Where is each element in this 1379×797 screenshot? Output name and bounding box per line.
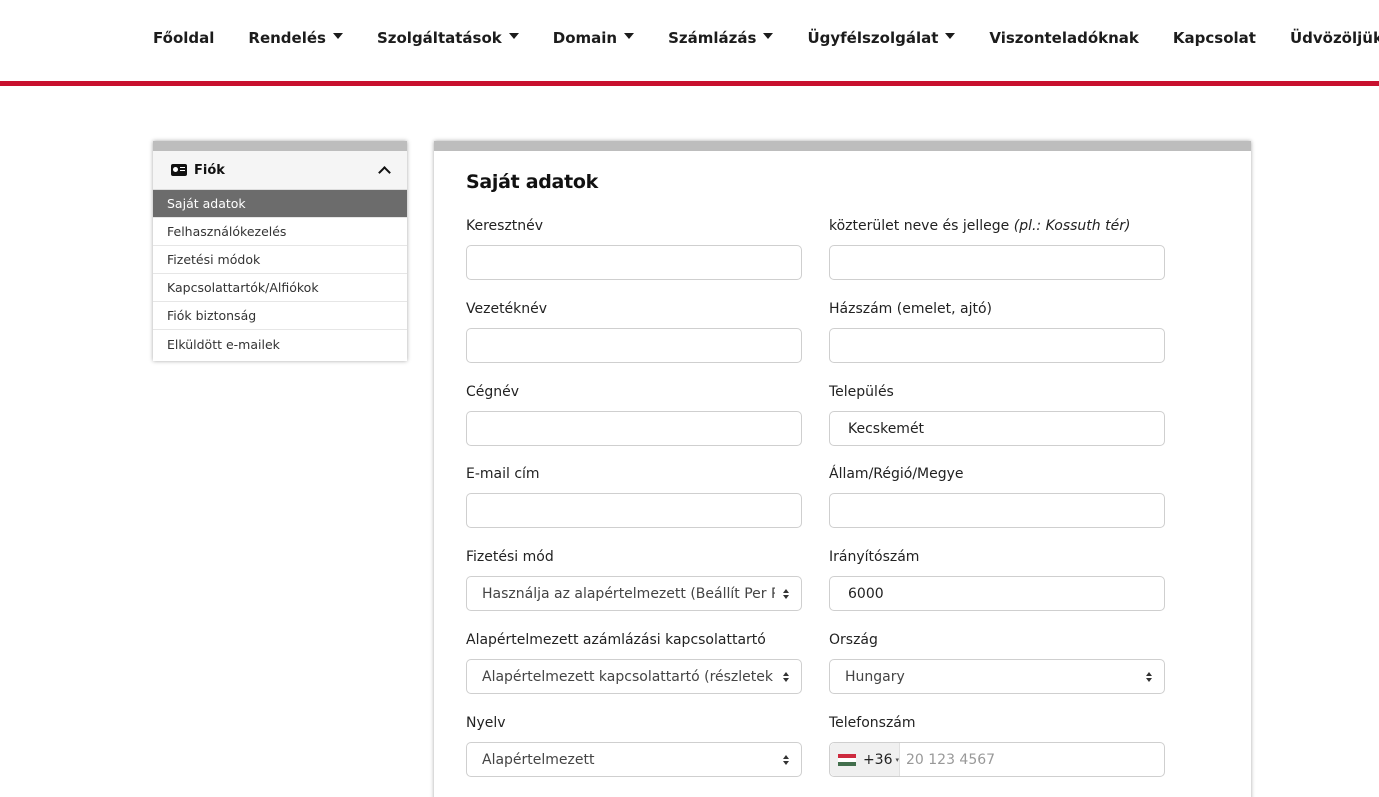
house-group: Házszám (emelet, ajtó): [829, 301, 1165, 363]
nav-label: Viszonteladóknak: [989, 29, 1139, 47]
email-label: E-mail cím: [466, 466, 540, 482]
nav-label: Számlázás: [668, 29, 757, 47]
nav-fooldal[interactable]: Főoldal: [136, 29, 231, 47]
sidebar-item-fizetesi-modok[interactable]: Fizetési módok: [153, 246, 407, 274]
phone-number-placeholder: 20 123 4567: [906, 751, 996, 768]
sidebar-top-bar: [153, 141, 407, 151]
billing-contact-select-value: Alapértelmezett kapcsolattartó (részlete…: [482, 668, 775, 685]
street-group: közterület neve és jellege (pl.: Kossuth…: [829, 218, 1165, 280]
top-navbar: Főoldal Rendelés Szolgáltatások Domain S…: [0, 0, 1379, 86]
country-select[interactable]: Hungary: [829, 659, 1165, 694]
nav-domain[interactable]: Domain: [536, 29, 651, 47]
nav-label: Domain: [552, 29, 618, 47]
language-group: Nyelv Alapértelmezett: [466, 715, 802, 777]
nav-kapcsolat[interactable]: Kapcsolat: [1156, 29, 1273, 47]
nav-label: Rendelés: [248, 29, 326, 47]
select-arrows-icon: [783, 755, 790, 766]
sidebar-item-elkuldott-emailek[interactable]: Elküldött e-mailek: [153, 330, 407, 358]
nav-label: Üdvözöljük !: [1289, 29, 1379, 47]
payment-group: Fizetési mód Használja az alapértelmezet…: [466, 549, 802, 611]
house-label: Házszám (emelet, ajtó): [829, 301, 992, 317]
nav-label: Szolgáltatások: [376, 29, 502, 47]
select-arrows-icon: [1146, 672, 1153, 683]
page-title: Saját adatok: [466, 171, 598, 193]
sidebar-item-fiok-biztonsag[interactable]: Fiók biztonság: [153, 302, 407, 330]
street-input[interactable]: [829, 245, 1165, 280]
phone-input[interactable]: +36 ▾ 20 123 4567: [829, 742, 1165, 777]
sidebar-item-kapcsolattartok[interactable]: Kapcsolattartók/Alfiókok: [153, 274, 407, 302]
nav-viszonteladoknak[interactable]: Viszonteladóknak: [972, 29, 1156, 47]
nav-szamlazas[interactable]: Számlázás: [651, 29, 790, 47]
phone-label: Telefonszám: [829, 715, 916, 731]
zip-label: Irányítószám: [829, 549, 920, 565]
nav-ugyfelszolgalat[interactable]: Ügyfélszolgálat: [790, 29, 972, 47]
caret-down-icon: [624, 33, 635, 39]
language-select-value: Alapértelmezett: [482, 751, 595, 768]
firstname-input[interactable]: [466, 245, 802, 280]
account-details-card: Saját adatok Keresztnév Vezetéknév Cégné…: [434, 141, 1251, 797]
country-group: Ország Hungary: [829, 632, 1165, 694]
firstname-label: Keresztnév: [466, 218, 544, 234]
caret-down-icon: [332, 33, 343, 39]
lastname-label: Vezetéknév: [466, 301, 548, 317]
city-label: Település: [829, 384, 894, 400]
lastname-group: Vezetéknév: [466, 301, 802, 363]
zip-group: Irányítószám 6000: [829, 549, 1165, 611]
company-group: Cégnév: [466, 384, 802, 446]
city-input[interactable]: Kecskemét: [829, 411, 1165, 446]
sidebar-header[interactable]: Fiók: [153, 151, 407, 190]
caret-down-icon: [763, 33, 774, 39]
billing-contact-select[interactable]: Alapértelmezett kapcsolattartó (részlete…: [466, 659, 802, 694]
sidebar-title: Fiók: [194, 162, 225, 178]
select-arrows-icon: [783, 672, 790, 683]
language-label: Nyelv: [466, 715, 506, 731]
street-label: közterület neve és jellege (pl.: Kossuth…: [829, 218, 1165, 238]
hungary-flag-icon: [838, 753, 856, 766]
state-label: Állam/Régió/Megye: [829, 466, 964, 482]
caret-down-icon: [508, 33, 519, 39]
country-select-value: Hungary: [845, 668, 905, 685]
lastname-input[interactable]: [466, 328, 802, 363]
phone-country-picker[interactable]: +36 ▾: [830, 743, 900, 776]
nav-udvozoljuk[interactable]: Üdvözöljük !: [1273, 29, 1379, 47]
nav-rendeles[interactable]: Rendelés: [231, 29, 360, 47]
nav-label: Főoldal: [153, 29, 215, 47]
main-menu: Főoldal Rendelés Szolgáltatások Domain S…: [136, 24, 1379, 52]
accent-divider: [0, 81, 1379, 86]
firstname-group: Keresztnév: [466, 218, 802, 280]
caret-down-icon: [945, 33, 956, 39]
chevron-up-icon[interactable]: [378, 166, 391, 179]
street-label-text: közterület neve és jellege: [829, 218, 1014, 234]
payment-select[interactable]: Használja az alapértelmezett (Beállít Pe…: [466, 576, 802, 611]
email-group: E-mail cím: [466, 466, 802, 528]
state-group: Állam/Régió/Megye: [829, 466, 1165, 528]
phone-group: Telefonszám +36 ▾ 20 123 4567: [829, 715, 1165, 777]
sidebar-item-sajat-adatok[interactable]: Saját adatok: [153, 190, 407, 218]
email-input[interactable]: [466, 493, 802, 528]
house-input[interactable]: [829, 328, 1165, 363]
payment-select-value: Használja az alapértelmezett (Beállít Pe…: [482, 585, 775, 602]
country-label: Ország: [829, 632, 878, 648]
language-select[interactable]: Alapértelmezett: [466, 742, 802, 777]
nav-szolgaltatasok[interactable]: Szolgáltatások: [360, 29, 536, 47]
billing-contact-label: Alapértelmezett azámlázási kapcsolattart…: [466, 632, 766, 648]
phone-country-code: +36: [862, 751, 893, 768]
nav-label: Kapcsolat: [1172, 29, 1256, 47]
sidebar-item-felhasznalokezeles[interactable]: Felhasználókezelés: [153, 218, 407, 246]
city-group: Település Kecskemét: [829, 384, 1165, 446]
company-input[interactable]: [466, 411, 802, 446]
billing-contact-group: Alapértelmezett azámlázási kapcsolattart…: [466, 632, 802, 694]
id-card-icon: [171, 164, 187, 176]
card-top-bar: [434, 141, 1251, 151]
caret-down-icon: ▾: [895, 755, 899, 764]
select-arrows-icon: [783, 589, 790, 600]
company-label: Cégnév: [466, 384, 520, 400]
state-input[interactable]: [829, 493, 1165, 528]
zip-input[interactable]: 6000: [829, 576, 1165, 611]
payment-label: Fizetési mód: [466, 549, 554, 565]
street-label-hint: (pl.: Kossuth tér): [1013, 218, 1131, 234]
account-sidebar: Fiók Saját adatok Felhasználókezelés Fiz…: [153, 141, 407, 361]
nav-label: Ügyfélszolgálat: [807, 29, 939, 47]
